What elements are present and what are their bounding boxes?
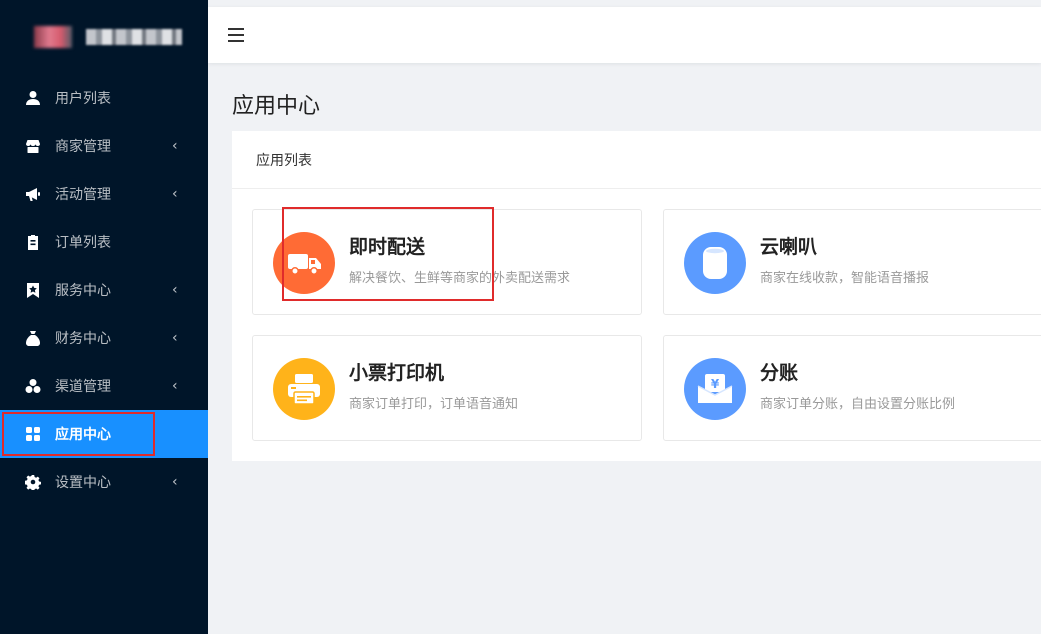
sidebar-item-label: 用户列表 (55, 91, 111, 107)
split-payment-icon: ¥ (684, 358, 746, 420)
printer-icon (273, 358, 335, 420)
apps-icon (24, 425, 42, 443)
app-tile-split-payment[interactable]: ¥ 分账 商家订单分账，自由设置分账比例 (663, 335, 1041, 441)
sidebar-item-merchants[interactable]: 商家管理 ‹ (0, 122, 208, 170)
app-name: 云喇叭 (760, 236, 818, 258)
moneybag-icon (24, 329, 42, 347)
chevron-left-icon: ‹ (172, 186, 178, 202)
app-name: 分账 (760, 362, 799, 384)
speaker-icon (684, 232, 746, 294)
sidebar-item-activities[interactable]: 活动管理 ‹ (0, 170, 208, 218)
sidebar-menu: 用户列表 商家管理 ‹ 活动管理 ‹ 订单列表 服务中心 ‹ 财务中心 ‹ 渠道… (0, 74, 208, 506)
sidebar-item-channels[interactable]: 渠道管理 ‹ (0, 362, 208, 410)
logo[interactable] (0, 0, 208, 74)
sidebar: 用户列表 商家管理 ‹ 活动管理 ‹ 订单列表 服务中心 ‹ 财务中心 ‹ 渠道… (0, 0, 208, 634)
user-icon (24, 89, 42, 107)
sidebar-item-label: 应用中心 (55, 427, 111, 443)
cluster-icon (24, 377, 42, 395)
top-header (208, 7, 1041, 63)
store-icon (24, 137, 42, 155)
sidebar-item-services[interactable]: 服务中心 ‹ (0, 266, 208, 314)
chevron-left-icon: ‹ (172, 330, 178, 346)
sidebar-item-label: 渠道管理 (55, 379, 111, 395)
sidebar-item-label: 订单列表 (55, 235, 111, 251)
bookmark-icon (24, 281, 42, 299)
sidebar-item-settings[interactable]: 设置中心 ‹ (0, 458, 208, 506)
truck-icon (273, 232, 335, 294)
card-title: 应用列表 (232, 131, 1041, 189)
app-name: 即时配送 (349, 236, 426, 258)
gear-icon (24, 473, 42, 491)
chevron-left-icon: ‹ (172, 378, 178, 394)
sidebar-item-users[interactable]: 用户列表 (0, 74, 208, 122)
page-title: 应用中心 (232, 94, 321, 119)
sidebar-item-label: 活动管理 (55, 187, 111, 203)
chevron-left-icon: ‹ (172, 282, 178, 298)
svg-text:¥: ¥ (711, 377, 720, 391)
sidebar-item-orders[interactable]: 订单列表 (0, 218, 208, 266)
app-tile-instant-delivery[interactable]: 即时配送 解决餐饮、生鲜等商家的外卖配送需求 (252, 209, 642, 315)
sidebar-item-label: 财务中心 (55, 331, 111, 347)
logo-name (86, 29, 182, 45)
app-description: 解决餐饮、生鲜等商家的外卖配送需求 (349, 271, 571, 286)
chevron-left-icon: ‹ (172, 474, 178, 490)
logo-avatar (34, 26, 72, 48)
app-name: 小票打印机 (349, 362, 445, 384)
hamburger-icon[interactable] (228, 28, 244, 42)
app-description: 商家订单分账，自由设置分账比例 (760, 397, 956, 412)
sidebar-item-label: 商家管理 (55, 139, 111, 155)
sidebar-item-label: 设置中心 (55, 475, 111, 491)
megaphone-icon (24, 185, 42, 203)
sidebar-item-label: 服务中心 (55, 283, 111, 299)
clipboard-icon (24, 233, 42, 251)
sidebar-item-apps[interactable]: 应用中心 (0, 410, 208, 458)
sidebar-item-finance[interactable]: 财务中心 ‹ (0, 314, 208, 362)
chevron-left-icon: ‹ (172, 138, 178, 154)
app-tile-cloud-speaker[interactable]: 云喇叭 商家在线收款，智能语音播报 (663, 209, 1041, 315)
app-tile-receipt-printer[interactable]: 小票打印机 商家订单打印，订单语音通知 (252, 335, 642, 441)
app-description: 商家订单打印，订单语音通知 (349, 397, 519, 412)
app-description: 商家在线收款，智能语音播报 (760, 271, 930, 286)
